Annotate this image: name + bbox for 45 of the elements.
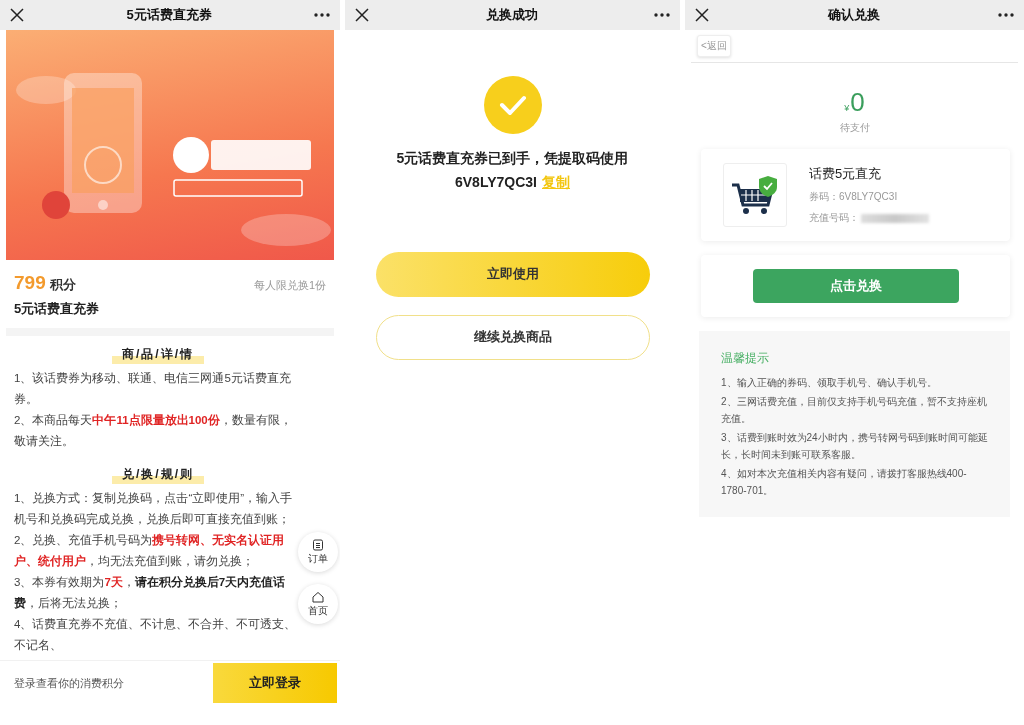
voucher-code: 券码：6V8LY7QC3I xyxy=(809,190,899,204)
amount-value: 0 xyxy=(850,89,865,115)
detail-paragraph: 4、话费直充券不充值、不计息、不合并、不可透支、不记名、 xyxy=(14,617,298,653)
tip-text: 2、三网话费充值，目前仅支持手机号码充值，暂不支持座机充值。 xyxy=(721,395,988,426)
more-icon[interactable] xyxy=(654,13,670,17)
login-hint: 登录查看你的消费积分 xyxy=(13,675,124,691)
section-heading: 商/品/详/情 xyxy=(112,344,204,364)
points-unit: 积分 xyxy=(49,276,76,294)
product-name: 话费5元直充 xyxy=(809,165,883,183)
blurred-phone-number xyxy=(861,213,929,223)
detail-paragraph: 2、本商品每天中午11点限量放出100份，数量有限，敬请关注。 xyxy=(14,412,293,449)
currency-symbol: ¥ xyxy=(844,103,850,113)
phone-label: 充值号码： xyxy=(809,211,859,225)
success-message: 5元话费直充券已到手，凭提取码使用 xyxy=(396,150,629,168)
detail-paragraph: 1、兑换方式：复制兑换码，点击“立即使用”，输入手机号和兑换码完成兑换，兑换后即可直接充值到账； xyxy=(14,491,294,527)
login-button[interactable]: 立即登录 xyxy=(213,663,337,703)
close-icon[interactable] xyxy=(355,8,369,22)
section-heading: 兑/换/规/则 xyxy=(112,464,204,484)
page-title: 兑换成功 xyxy=(485,6,538,24)
page-title: 确认兑换 xyxy=(827,6,880,24)
close-icon[interactable] xyxy=(10,8,24,22)
tip-text: 1、输入正确的券码、领取手机号、确认手机号。 xyxy=(721,376,938,390)
points-value: 799 xyxy=(14,272,46,294)
more-icon[interactable] xyxy=(998,13,1014,17)
more-icon[interactable] xyxy=(314,13,330,17)
tip-text: 4、如对本次充值相关内容有疑问，请拨打客服热线400-1780-701。 xyxy=(721,467,968,498)
home-button[interactable]: 首页 xyxy=(298,584,338,624)
detail-paragraph: 3、本券有效期为7天，请在积分兑换后7天内充值话费，后将无法兑换； xyxy=(14,574,287,611)
check-icon xyxy=(483,76,542,134)
home-icon xyxy=(312,590,324,603)
product-name: 5元话费直充券 xyxy=(14,300,101,318)
use-now-button[interactable]: 立即使用 xyxy=(375,252,650,297)
page-title: 5元话费直充券 xyxy=(126,6,212,24)
close-icon[interactable] xyxy=(695,8,709,22)
continue-button[interactable]: 继续兑换商品 xyxy=(375,315,650,360)
payment-status: 待支付 xyxy=(839,121,870,135)
exchange-limit: 每人限兑换1份 xyxy=(253,278,326,293)
tips-heading: 温馨提示 xyxy=(721,351,770,366)
redeem-code: 6V8LY7QC3I xyxy=(455,174,537,190)
list-icon xyxy=(312,538,324,551)
detail-paragraph: 2、兑换、充值手机号码为携号转网、无实名认证用户、统付用户，均无法充值到账，请勿兑换； xyxy=(14,532,286,569)
detail-paragraph: 1、该话费券为移动、联通、电信三网通5元话费直充券。 xyxy=(14,371,292,407)
cart-icon xyxy=(730,173,780,217)
orders-button[interactable]: 订单 xyxy=(298,532,338,572)
tip-text: 3、话费到账时效为24小时内，携号转网号码到账时间可能延长，长时间未到账可联系客服。 xyxy=(721,431,989,462)
